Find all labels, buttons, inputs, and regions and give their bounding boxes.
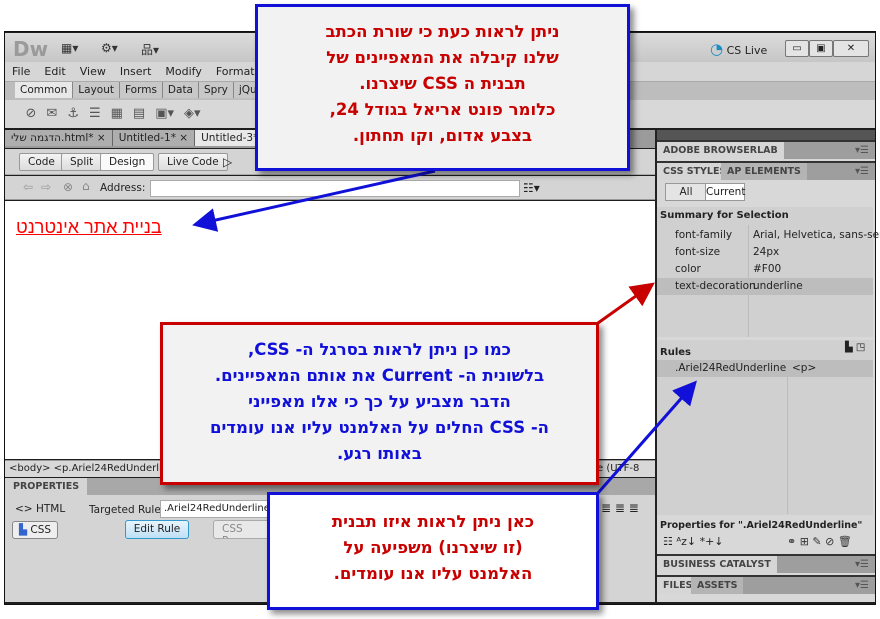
- callout-line: ה- CSS החלים על האלמנט עליו אנו עומדים: [209, 418, 550, 437]
- callout-line: האלמנט עליו אנו עומדים.: [333, 564, 533, 583]
- callout-line: הדבר מצביע על כך כי אלו מאפייני: [248, 392, 511, 411]
- callout-line: כמו כן ניתן לראות בסרגל ה- CSS,: [247, 340, 512, 359]
- callout-line: בצבע אדום, וקו תחתון.: [352, 126, 533, 145]
- callout-line: ניתן לראות כעת כי שורת הכתב: [325, 22, 560, 41]
- callout-top: ניתן לראות כעת כי שורת הכתב שלנו קיבלה את…: [255, 4, 630, 171]
- callout-line: בלשונית ה- Current את אותם המאפיינים.: [214, 366, 545, 385]
- callout-line: כאן ניתן לראות איזו תבנית: [331, 512, 535, 531]
- callout-line: כלומר פונט אריאל בגודל 24,: [329, 100, 556, 119]
- callout-line: תבנית ה CSS שיצרנו.: [359, 74, 526, 93]
- callout-line: באותו רגע.: [337, 444, 422, 463]
- arrow-to-text: [192, 169, 436, 232]
- callout-bottom: כאן ניתן לראות איזו תבנית (זו שיצרנו) משפ…: [267, 492, 599, 610]
- arrow-to-summary: [597, 282, 655, 325]
- callout-line: (זו שיצרנו) משפיעה על: [343, 538, 523, 557]
- callout-middle: כמו כן ניתן לראות בסרגל ה- CSS, בלשונית ה…: [160, 322, 599, 485]
- callout-line: שלנו קיבלה את המאפיינים של: [326, 48, 559, 67]
- arrow-to-rules: [596, 380, 697, 494]
